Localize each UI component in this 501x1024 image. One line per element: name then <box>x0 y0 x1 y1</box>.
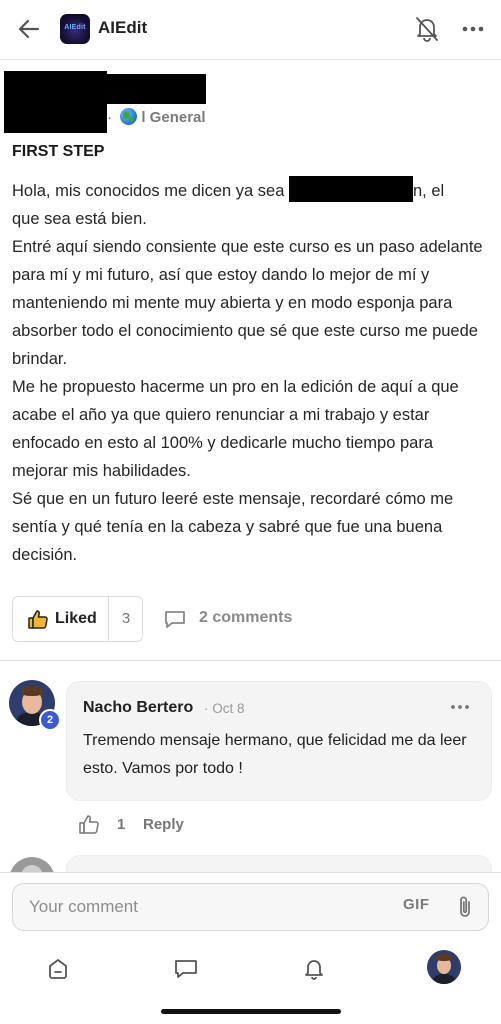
redacted-author-avatar <box>4 71 107 133</box>
more-horizontal-icon[interactable] <box>460 18 486 40</box>
comment-input-placeholder: Your comment <box>29 897 138 916</box>
paperclip-icon[interactable] <box>455 894 475 920</box>
notifications-bell-icon[interactable] <box>300 954 328 982</box>
comment-input[interactable]: Your comment GIF <box>12 883 489 931</box>
comments-label: 2 comments <box>199 609 293 626</box>
post-body: Hola, mis conocidos me dicen ya sea n, e… <box>12 176 492 569</box>
comment-bubble-icon <box>165 611 185 628</box>
gif-button[interactable]: GIF <box>403 896 435 918</box>
reply-button[interactable]: Reply <box>143 816 184 833</box>
home-icon[interactable] <box>44 954 72 982</box>
level-badge: 2 <box>39 709 61 731</box>
comment-author-name[interactable]: Nacho Bertero <box>83 699 193 717</box>
top-app-bar: AIEdit AIEdit <box>0 0 501 60</box>
post-body-line1-after: n, el <box>412 182 445 200</box>
like-label: Liked <box>55 610 97 627</box>
community-title[interactable]: AIEdit <box>98 18 147 38</box>
post-paragraph-2: Me he propuesto hacerme un pro en la edi… <box>12 378 459 480</box>
avatar-hair <box>436 954 452 961</box>
post-category[interactable]: l General <box>141 109 205 126</box>
post-paragraph-3: Sé que en un futuro leeré este mensaje, … <box>12 490 454 564</box>
post-body-line-1: Hola, mis conocidos me dicen ya sea n, e… <box>12 176 492 205</box>
like-count[interactable]: 3 <box>109 597 143 641</box>
chat-icon[interactable] <box>172 954 200 982</box>
profile-avatar[interactable] <box>427 950 461 984</box>
comment-composer: Your comment GIF <box>0 872 501 940</box>
thumbs-up-filled-icon <box>28 610 48 629</box>
more-horizontal-icon[interactable] <box>449 699 471 715</box>
post-paragraph-1: Entré aquí siendo consiente que este cur… <box>12 238 483 368</box>
bell-off-icon[interactable] <box>414 15 440 43</box>
comment-date: · Oct 8 <box>204 701 245 716</box>
post-body-line1-before: Hola, mis conocidos me dicen ya sea <box>12 182 285 200</box>
post-title: FIRST STEP <box>12 143 105 160</box>
post-body-line-2: que sea está bien. <box>12 210 147 228</box>
avatar-hair <box>21 686 43 696</box>
comment-card: Nacho Bertero · Oct 8 Tremendo mensaje h… <box>66 681 492 801</box>
avatar-shirt <box>432 974 456 984</box>
back-arrow-icon[interactable] <box>16 16 42 42</box>
like-group: Liked 3 <box>12 596 143 642</box>
app-logo-text: AIEdit <box>64 24 86 31</box>
comment-text: Tremendo mensaje hermano, que felicidad … <box>83 732 467 777</box>
like-button[interactable]: Liked <box>13 597 109 641</box>
comment-like-count[interactable]: 1 <box>117 816 125 833</box>
globe-icon <box>120 108 138 125</box>
redacted-author-name <box>107 74 206 104</box>
home-indicator <box>161 1009 341 1014</box>
app-logo: AIEdit <box>60 14 90 44</box>
divider <box>0 660 501 661</box>
thumbs-up-icon[interactable] <box>78 813 100 835</box>
bottom-navigation <box>0 940 501 1024</box>
meta-separator: · <box>107 109 112 126</box>
post-meta: · l General <box>107 108 206 128</box>
redacted-nickname <box>288 176 413 202</box>
